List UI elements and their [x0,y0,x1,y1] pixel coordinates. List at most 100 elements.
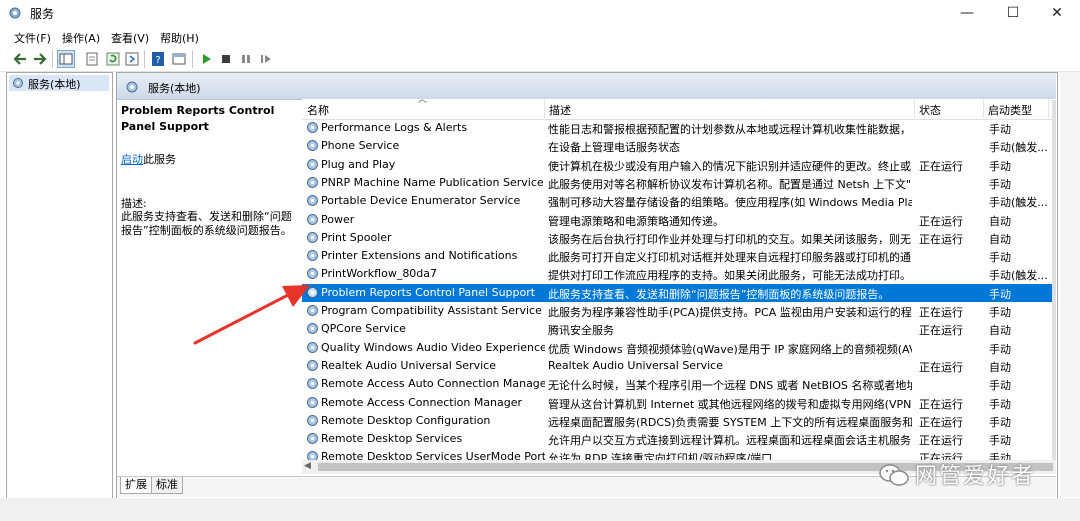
service-startup-type: 手动 [989,288,1011,301]
vertical-scrollbar[interactable] [1052,100,1056,460]
service-row[interactable]: Quality Windows Audio Video Experience 优质… [302,339,1056,357]
service-description: 管理电源策略和电源策略通知传递。 [548,215,724,228]
service-row[interactable]: Portable Device Enumerator Service 强制可移动大… [302,192,1056,210]
service-status: 正在运行 [919,160,963,173]
panel-title: 服务(本地) [148,82,201,95]
service-startup-type: 手动(触发... [989,196,1048,209]
help-icon[interactable]: ? [150,51,166,67]
service-gear-icon [307,140,318,151]
service-row[interactable]: Plug and Play 使计算机在极少或没有用户输入的情况下能识别并适应硬件的… [302,156,1056,174]
scroll-left-icon[interactable]: ◀ [304,461,311,471]
menu-file[interactable]: 文件(F) [14,30,51,46]
properties-icon[interactable] [84,51,100,67]
service-startup-type: 手动 [989,343,1011,356]
service-startup-type: 自动 [989,215,1011,228]
service-row[interactable]: Remote Access Connection Manager 管理从这台计算机… [302,394,1056,412]
console-tree [6,72,113,499]
export-list-icon[interactable] [124,51,140,67]
service-description: 无论什么时候，当某个程序引用一个远程 DNS 或者 NetBIOS 名称或者地址… [548,379,912,392]
service-row[interactable]: Power 管理电源策略和电源策略通知传递。 正在运行 自动 [302,211,1056,229]
background-strip [1060,72,1080,497]
service-gear-icon [307,360,318,371]
description-heading: 描述: [121,197,147,210]
service-name: Portable Device Enumerator Service [321,194,521,207]
selected-service-title: Problem Reports Control Panel Support [121,104,275,133]
maximize-icon: ☐ [1006,5,1020,21]
service-status: 正在运行 [919,233,963,246]
pause-icon[interactable] [238,51,254,67]
service-description: 允许为 RDP 连接重定向打印机/驱动程序/端口 [548,452,773,460]
service-row[interactable]: Remote Desktop Services 允许用户以交互方式连接到远程计算机… [302,430,1056,448]
service-startup-type: 手动 [989,123,1011,136]
column-description[interactable]: 描述 [549,102,571,118]
description-pane-icon[interactable] [171,51,187,67]
close-button[interactable]: ✕ [1034,0,1080,26]
service-row[interactable]: Realtek Audio Universal Service Realtek A… [302,357,1056,375]
service-gear-icon [307,214,318,225]
service-name: QPCore Service [321,322,406,335]
service-description: 优质 Windows 音频视频体验(qWave)是用于 IP 家庭网络上的音频视… [548,343,912,356]
service-name: Power [321,213,355,226]
service-name: Remote Desktop Services UserMode Port... [321,450,545,460]
tab-extended[interactable]: 扩展 [120,477,152,494]
service-status: 正在运行 [919,398,963,411]
service-row[interactable]: Print Spooler 该服务在后台执行打印作业并处理与打印机的交互。如果关闭… [302,229,1056,247]
service-row[interactable]: Program Compatibility Assistant Service 此… [302,302,1056,320]
service-description: 在设备上管理电话服务状态 [548,141,680,154]
restart-icon[interactable] [258,51,274,67]
service-gear-icon [307,433,318,444]
column-header-row [302,99,1056,120]
service-startup-type: 手动(触发... [989,141,1048,154]
menu-action[interactable]: 操作(A) [62,30,100,46]
service-startup-type: 手动 [989,251,1011,264]
service-row[interactable]: Remote Access Auto Connection Manager 无论什… [302,375,1056,393]
watermark-text: 网管爱好者 [915,464,1036,489]
start-service-link[interactable]: 启动 [121,153,143,166]
service-startup-type: 手动 [989,379,1011,392]
service-name: PrintWorkflow_80da7 [321,267,438,280]
maximize-button[interactable]: ☐ [990,0,1036,26]
back-arrow-icon[interactable] [12,51,28,67]
service-gear-icon [307,159,318,170]
start-icon[interactable] [198,51,214,67]
minimize-icon: — [960,5,974,21]
service-gear-icon [307,250,318,261]
service-row[interactable]: Phone Service 在设备上管理电话服务状态 手动(触发... [302,137,1056,155]
minimize-button[interactable]: — [944,0,990,26]
menu-view[interactable]: 查看(V) [111,30,149,46]
service-row[interactable]: PNRP Machine Name Publication Service 此服务… [302,174,1056,192]
service-row[interactable]: PrintWorkflow_80da7 提供对打印工作流应用程序的支持。如果关闭此… [302,265,1056,283]
service-description: 管理从这台计算机到 Internet 或其他远程网络的拨号和虚拟专用网络(VPN… [548,398,912,411]
service-gear-icon [307,122,318,133]
service-row[interactable]: QPCore Service 腾讯安全服务 正在运行 自动 [302,320,1056,338]
menu-help[interactable]: 帮助(H) [160,30,199,46]
column-status[interactable]: 状态 [919,102,941,118]
start-service-line: 启动此服务 [121,151,176,167]
service-description: 该服务在后台执行打印作业并处理与打印机的交互。如果关闭该服务，则无... [548,233,912,246]
service-name: Printer Extensions and Notifications [321,249,518,262]
forward-arrow-icon[interactable] [32,51,48,67]
service-status: 正在运行 [919,215,963,228]
services-gear-icon [13,78,23,88]
service-row[interactable]: Problem Reports Control Panel Support 此服务… [302,284,1056,302]
service-startup-type: 自动 [989,233,1011,246]
service-name: Plug and Play [321,158,396,171]
show-console-tree-icon[interactable] [57,50,75,68]
service-name: Performance Logs & Alerts [321,121,468,134]
service-row[interactable]: Performance Logs & Alerts 性能日志和警报根据预配置的计划… [302,119,1056,137]
service-row[interactable]: Remote Desktop Configuration 远程桌面配置服务(RDC… [302,412,1056,430]
service-name: Program Compatibility Assistant Service [321,304,542,317]
service-description: 允许用户以交互方式连接到远程计算机。远程桌面和远程桌面会话主机服务... [548,434,912,447]
stop-icon[interactable] [218,51,234,67]
refresh-icon[interactable] [105,51,121,67]
service-description: 此服务为程序兼容性助手(PCA)提供支持。PCA 监视由用户安装和运行的程序..… [548,306,912,319]
service-startup-type: 手动 [989,178,1011,191]
column-name[interactable]: 名称 [307,102,329,118]
tab-standard[interactable]: 标准 [151,477,183,494]
service-gear-icon [307,268,318,279]
service-startup-type: 手动 [989,160,1011,173]
service-name: Realtek Audio Universal Service [321,359,496,372]
service-row[interactable]: Printer Extensions and Notifications 此服务可… [302,247,1056,265]
service-description: 性能日志和警报根据预配置的计划参数从本地或远程计算机收集性能数据，... [548,123,912,136]
column-startup-type[interactable]: 启动类型 [988,102,1032,118]
